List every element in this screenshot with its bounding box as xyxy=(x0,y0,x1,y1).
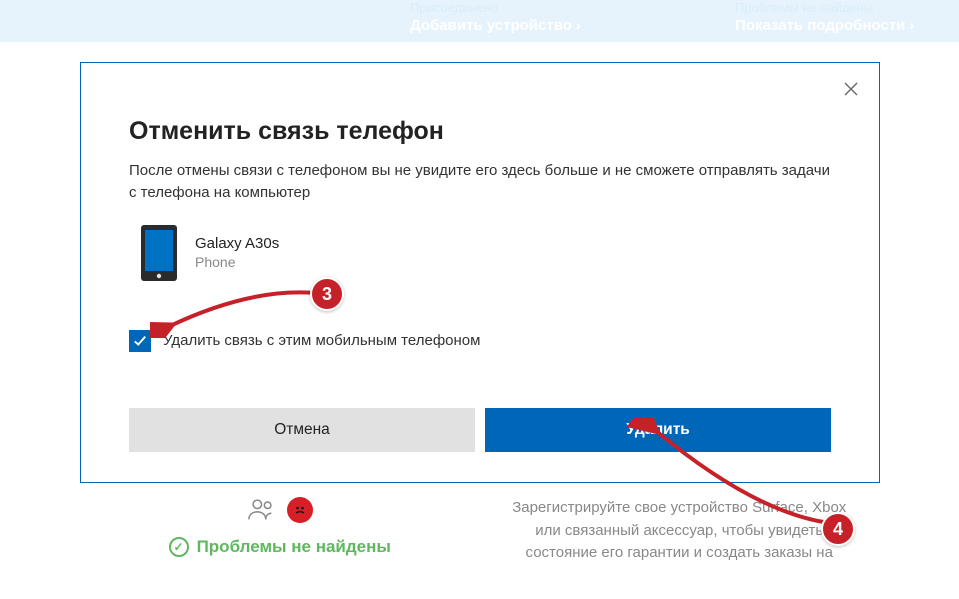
people-icon xyxy=(247,497,277,521)
banner-link-2-text: Показать подробности xyxy=(735,17,905,34)
cancel-button[interactable]: Отмена xyxy=(129,408,475,452)
info-card-text: Зарегистрируйте свое устройство Surface,… xyxy=(500,497,860,565)
device-name: Galaxy A30s xyxy=(195,235,279,252)
check-circle-icon: ✓ xyxy=(169,537,189,557)
status-line: ✓ Проблемы не найдены xyxy=(100,537,460,557)
annotation-step-3: 3 xyxy=(310,277,344,311)
confirm-checkbox-row: Удалить связь с этим мобильным телефоном xyxy=(129,330,831,352)
add-device-link[interactable]: Добавить устройство› xyxy=(410,17,581,34)
confirm-checkbox[interactable] xyxy=(129,330,151,352)
dialog-buttons: Отмена Удалить xyxy=(129,408,831,452)
background-cards: ✓ Проблемы не найдены Зарегистрируйте св… xyxy=(100,497,859,565)
dialog-description: После отмены связи с телефоном вы не уви… xyxy=(129,160,831,204)
status-text: Проблемы не найдены xyxy=(197,537,391,557)
status-card: ✓ Проблемы не найдены xyxy=(100,497,460,565)
dialog-title: Отменить связь телефон xyxy=(129,117,831,146)
info-card: Зарегистрируйте свое устройство Surface,… xyxy=(500,497,860,565)
device-row: Galaxy A30s Phone xyxy=(129,224,831,282)
banner-sub-2: Проблемы не найдены xyxy=(735,0,873,15)
close-button[interactable] xyxy=(837,75,865,103)
chevron-right-icon: › xyxy=(909,17,914,33)
confirm-checkbox-label: Удалить связь с этим мобильным телефоном xyxy=(163,332,480,349)
top-banner: Присоединено Добавить устройство› Пробле… xyxy=(0,0,959,42)
chevron-right-icon: › xyxy=(576,17,581,33)
device-type: Phone xyxy=(195,254,279,270)
phone-icon xyxy=(139,224,179,282)
banner-sub-1: Присоединено xyxy=(410,0,498,15)
hot-badge-icon xyxy=(287,497,313,523)
device-info: Galaxy A30s Phone xyxy=(195,235,279,270)
delete-button[interactable]: Удалить xyxy=(485,408,831,452)
annotation-step-4: 4 xyxy=(821,512,855,546)
banner-link-1-text: Добавить устройство xyxy=(410,17,572,34)
unlink-phone-dialog: Отменить связь телефон После отмены связ… xyxy=(80,62,880,483)
show-details-link[interactable]: Показать подробности› xyxy=(735,17,914,34)
